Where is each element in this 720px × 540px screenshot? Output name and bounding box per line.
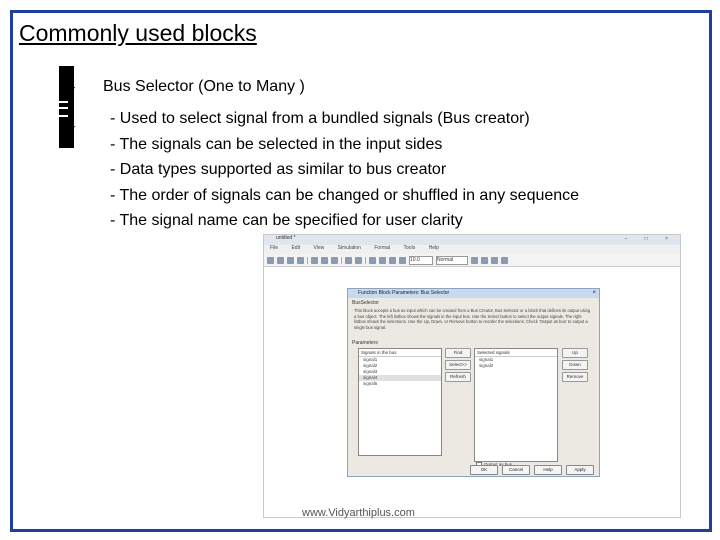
parameters-label: Parameters xyxy=(352,340,378,346)
simulink-screenshot: untitled * – □ × File Edit View Simulati… xyxy=(263,234,681,518)
bullet-item: - The order of signals can be changed or… xyxy=(110,186,580,204)
menu-simulation[interactable]: Simulation xyxy=(338,245,361,251)
bullet-list: - Used to select signal from a bundled s… xyxy=(110,106,579,234)
sim-mode-select[interactable]: Normal xyxy=(436,255,468,265)
menu-edit[interactable]: Edit xyxy=(291,245,300,251)
open-icon[interactable] xyxy=(277,256,284,264)
window-titlebar: untitled * – □ × xyxy=(264,235,680,245)
list-item[interactable]: signal5 xyxy=(359,381,441,387)
watermark: www.Vidyarthiplus.com xyxy=(302,507,415,519)
sim-time-input[interactable]: 10.0 xyxy=(409,255,433,265)
cut-icon[interactable] xyxy=(311,256,318,264)
stop-icon[interactable] xyxy=(399,256,406,264)
save-icon[interactable] xyxy=(287,256,294,264)
dialog-description: This block accepts a bus as input which … xyxy=(354,308,591,330)
menu-bar: File Edit View Simulation Format Tools H… xyxy=(264,245,680,254)
dialog-section-label: BusSelector xyxy=(352,300,379,306)
output-port-icon: ▹ xyxy=(71,121,76,131)
bullet-item: - The signal name can be specified for u… xyxy=(110,212,463,229)
copy-icon[interactable] xyxy=(321,256,328,264)
slide-title: Commonly used blocks xyxy=(19,20,257,46)
listbox-header: Signals in the bus xyxy=(359,349,441,357)
toolbar-separator xyxy=(341,256,342,264)
menu-help[interactable]: Help xyxy=(429,245,439,251)
block-heading: Bus Selector (One to Many ) xyxy=(103,78,305,95)
undo-icon[interactable] xyxy=(345,256,352,264)
list-item[interactable]: signal2 xyxy=(475,363,557,369)
cancel-button[interactable]: Cancel xyxy=(502,465,530,475)
update-icon[interactable] xyxy=(481,256,488,264)
refresh-button[interactable]: Refresh xyxy=(445,372,471,382)
down-button[interactable]: Down xyxy=(562,360,588,370)
window-title: untitled * xyxy=(276,235,296,241)
print-icon[interactable] xyxy=(297,256,304,264)
bus-selector-dialog: Function Block Parameters: Bus Selector … xyxy=(347,288,600,477)
ok-button[interactable]: OK xyxy=(470,465,498,475)
explorer-icon[interactable] xyxy=(379,256,386,264)
menu-format[interactable]: Format xyxy=(374,245,390,251)
paste-icon[interactable] xyxy=(331,256,338,264)
bus-signals-listbox[interactable]: Signals in the bus signal1 signal2 signa… xyxy=(358,348,442,456)
menu-file[interactable]: File xyxy=(270,245,278,251)
play-icon[interactable] xyxy=(389,256,396,264)
select-button[interactable]: Select>> xyxy=(445,360,471,370)
remove-button[interactable]: Remove xyxy=(562,372,588,382)
toolbar: 10.0 Normal xyxy=(264,254,680,267)
menu-tools[interactable]: Tools xyxy=(404,245,416,251)
toolbar-separator xyxy=(307,256,308,264)
dialog-title: Function Block Parameters: Bus Selector xyxy=(358,290,450,296)
apply-button[interactable]: Apply xyxy=(566,465,594,475)
debug-icon[interactable] xyxy=(491,256,498,264)
toolbar-separator xyxy=(365,256,366,264)
model-browser-icon[interactable] xyxy=(501,256,508,264)
menu-view[interactable]: View xyxy=(313,245,324,251)
close-icon[interactable]: × xyxy=(592,289,596,298)
output-port-icon: ▹ xyxy=(71,82,76,92)
find-button[interactable]: Find xyxy=(445,348,471,358)
bullet-item: - Used to select signal from a bundled s… xyxy=(110,110,530,127)
bus-input-lines-icon xyxy=(58,101,68,117)
help-button[interactable]: Help xyxy=(534,465,562,475)
bullet-item: - The signals can be selected in the inp… xyxy=(110,135,443,153)
library-icon[interactable] xyxy=(369,256,376,264)
build-icon[interactable] xyxy=(471,256,478,264)
dialog-titlebar: Function Block Parameters: Bus Selector … xyxy=(348,289,599,298)
selected-signals-listbox[interactable]: Selected signals signal1 signal2 xyxy=(474,348,558,462)
redo-icon[interactable] xyxy=(355,256,362,264)
listbox-header: Selected signals xyxy=(475,349,557,357)
bullet-item: - Data types supported as similar to bus… xyxy=(110,161,447,178)
new-icon[interactable] xyxy=(267,256,274,264)
up-button[interactable]: Up xyxy=(562,348,588,358)
window-controls[interactable]: – □ × xyxy=(625,236,677,242)
